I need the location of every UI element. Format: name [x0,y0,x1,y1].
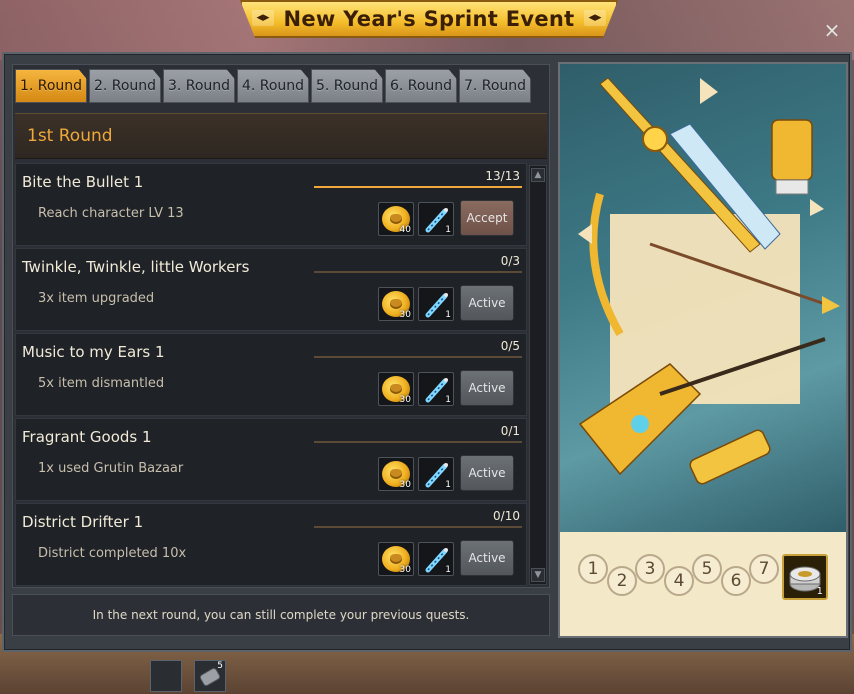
round-circle-6[interactable]: 6 [721,566,751,596]
golden-gauntlet-icon [771,119,813,195]
reward-quantity: 30 [399,395,411,405]
tab-round-5[interactable]: 5. Round [311,69,383,103]
reward-slot[interactable]: 1 [418,372,454,406]
golden-guitar-weapon-icon [578,337,826,476]
quest-description: 1x used Grutin Bazaar [38,461,184,476]
round-circle-5[interactable]: 5 [692,554,722,584]
hotbar-quantity: 5 [217,661,223,671]
reward-slot[interactable]: 1 [418,542,454,576]
quest-progress-bar [314,186,522,188]
quest-progress-bar [314,526,522,528]
scroll-up-arrow-icon[interactable]: ▲ [531,168,545,182]
quest-progress-count: 13/13 [485,169,520,183]
scroll-down-arrow-icon[interactable]: ▼ [531,568,545,582]
tab-round-3[interactable]: 3. Round [163,69,235,103]
round-title: 1st Round [27,126,113,146]
active-button[interactable]: Active [460,455,514,491]
quest-row: Fragrant Goods 1 0/1 1x used Grutin Baza… [15,418,527,501]
quest-progress-count: 0/10 [493,509,520,523]
round-circle-7[interactable]: 7 [749,554,779,584]
quest-panel: 1. Round 2. Round 3. Round 4. Round 5. R… [12,64,550,588]
round-circle-3[interactable]: 3 [635,554,665,584]
round-circle-2[interactable]: 2 [607,566,637,596]
quest-progress-count: 0/5 [500,339,520,353]
quest-progress-bar [314,441,522,443]
reward-slot[interactable]: 30 [378,542,414,576]
reward-quantity: 30 [399,310,411,320]
golden-sword-icon [599,77,781,253]
quest-list: Bite the Bullet 1 13/13 Reach character … [15,163,527,588]
reward-quantity: 1 [445,310,451,320]
reward-slot[interactable]: 30 [378,457,414,491]
golden-gun-icon [689,429,771,485]
quest-progress-bar [314,356,522,358]
banner-left-icon: ◂▸ [252,10,274,26]
quest-title: Music to my Ears 1 [22,343,165,361]
round-progress-circles: 1 2 3 4 5 6 7 [578,554,779,604]
round-header: 1st Round [15,113,547,159]
quest-description: 3x item upgraded [38,291,155,306]
reward-slot[interactable]: 30 [378,287,414,321]
quest-scrollbar[interactable]: ▲ ▼ [529,165,547,585]
hotbar-slot-empty[interactable] [150,660,182,692]
quest-title: District Drifter 1 [22,513,144,531]
quest-description: Reach character LV 13 [38,206,184,221]
footer-note: In the next round, you can still complet… [12,594,550,636]
reward-quantity: 1 [816,586,823,597]
round-circle-1[interactable]: 1 [578,554,608,584]
quest-progress-fill [314,186,522,188]
reward-quantity: 30 [399,565,411,575]
hotbar-slot-scroll[interactable]: 5 [194,660,226,692]
reward-slot[interactable]: 1 [418,457,454,491]
quest-progress-bar [314,271,522,273]
active-button[interactable]: Active [460,370,514,406]
reward-quantity: 1 [445,395,451,405]
reward-artwork [560,64,846,532]
round-tabs: 1. Round 2. Round 3. Round 4. Round 5. R… [15,69,531,103]
reward-slot[interactable]: 1 [418,287,454,321]
quest-description: 5x item dismantled [38,376,165,391]
window-title: New Year's Sprint Event [283,7,575,31]
reward-quantity: 1 [445,225,451,235]
reward-slot[interactable]: 1 [418,202,454,236]
quest-progress-count: 0/1 [500,424,520,438]
reward-quantity: 40 [399,225,411,235]
quest-row: Music to my Ears 1 0/5 5x item dismantle… [15,333,527,416]
tab-round-6[interactable]: 6. Round [385,69,457,103]
quest-progress-count: 0/3 [500,254,520,268]
event-window: 1. Round 2. Round 3. Round 4. Round 5. R… [2,52,852,652]
tab-round-2[interactable]: 2. Round [89,69,161,103]
round-circle-4[interactable]: 4 [664,566,694,596]
quest-title: Fragrant Goods 1 [22,428,152,446]
window-title-banner: ◂▸ New Year's Sprint Event ◂▸ [240,0,618,38]
reward-preview-panel: 1 2 3 4 5 6 7 1 [558,62,848,638]
tab-round-7[interactable]: 7. Round [459,69,531,103]
tab-round-4[interactable]: 4. Round [237,69,309,103]
tab-round-1[interactable]: 1. Round [15,69,87,103]
close-button[interactable]: × [822,20,842,40]
quest-row: Twinkle, Twinkle, little Workers 0/3 3x … [15,248,527,331]
golden-weapons-illustration [578,77,840,485]
reward-slot[interactable]: 30 [378,372,414,406]
active-button[interactable]: Active [460,285,514,321]
active-button[interactable]: Active [460,540,514,576]
reward-quantity: 1 [445,480,451,490]
quest-title: Twinkle, Twinkle, little Workers [22,258,250,276]
quest-row: District Drifter 1 0/10 District complet… [15,503,527,586]
reward-quantity: 30 [399,480,411,490]
banner-right-icon: ◂▸ [584,10,606,26]
quest-row: Bite the Bullet 1 13/13 Reach character … [15,163,527,246]
final-reward-slot[interactable]: 1 [782,554,828,600]
quest-description: District completed 10x [38,546,187,561]
reward-slot[interactable]: 40 [378,202,414,236]
reward-quantity: 1 [445,565,451,575]
quest-title: Bite the Bullet 1 [22,173,144,191]
accept-button[interactable]: Accept [460,200,514,236]
